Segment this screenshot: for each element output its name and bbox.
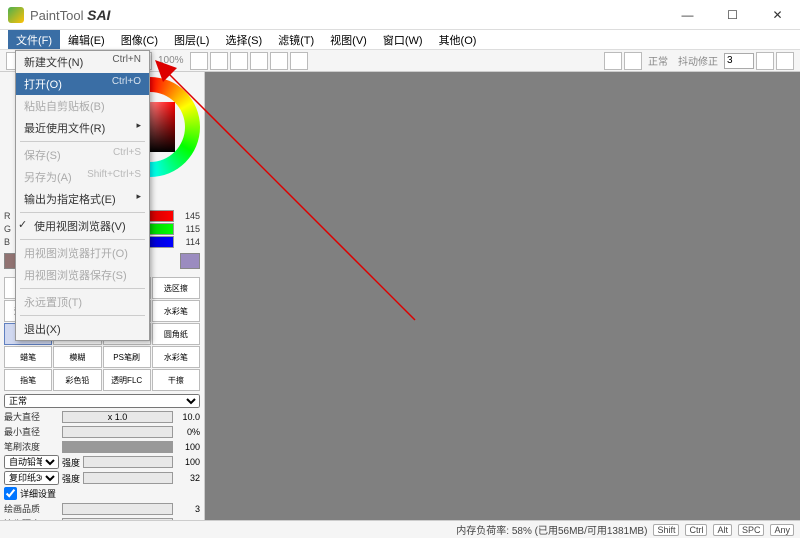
auto-str-label: 强度 — [62, 456, 80, 469]
shake-input[interactable] — [724, 53, 754, 69]
menu-window[interactable]: 窗口(W) — [375, 30, 431, 49]
tool-button[interactable] — [756, 52, 774, 70]
menu-image[interactable]: 图像(C) — [113, 30, 166, 49]
menu-save[interactable]: 保存(S)Ctrl+S — [16, 144, 149, 166]
quality-slider[interactable] — [62, 503, 173, 515]
kbd-ctrl: Ctrl — [685, 524, 707, 536]
tool-water2[interactable]: 水彩笔 — [152, 346, 200, 368]
quality-val: 3 — [176, 504, 200, 514]
paper-str-label: 强度 — [62, 472, 80, 485]
recent-swatch[interactable] — [180, 253, 200, 269]
kbd-any: Any — [770, 524, 794, 536]
paper-val: 32 — [176, 473, 200, 483]
menu-file[interactable]: 文件(F) — [8, 30, 60, 49]
tool-dry[interactable]: 干擦 — [152, 369, 200, 391]
kbd-shift: Shift — [653, 524, 679, 536]
tool-crayon[interactable]: 蜡笔 — [4, 346, 52, 368]
menu-recent[interactable]: 最近使用文件(R)▸ — [16, 117, 149, 139]
menu-paste-clipboard[interactable]: 粘贴自剪贴板(B) — [16, 95, 149, 117]
g-value: 115 — [176, 224, 200, 234]
tool-psbrush[interactable]: PS笔刷 — [103, 346, 151, 368]
menu-layer[interactable]: 图层(L) — [166, 30, 217, 49]
maximize-button[interactable]: ☐ — [710, 0, 755, 30]
menu-export[interactable]: 输出为指定格式(E)▸ — [16, 188, 149, 210]
menu-filter[interactable]: 滤镜(T) — [270, 30, 322, 49]
minsize-label: 最小直径 — [4, 425, 59, 438]
tool-flc[interactable]: 透明FLC — [103, 369, 151, 391]
maxsize-val: 10.0 — [176, 412, 200, 422]
minimize-button[interactable]: — — [665, 0, 710, 30]
menu-select[interactable]: 选择(S) — [217, 30, 270, 49]
paper-select[interactable]: 复印纸300 — [4, 471, 59, 485]
menu-view[interactable]: 视图(V) — [322, 30, 375, 49]
menu-open-viewer[interactable]: 用视图浏览器打开(O) — [16, 242, 149, 264]
window-titlebar: PaintTool SAI — ☐ ✕ — [0, 0, 800, 30]
kbd-alt: Alt — [713, 524, 732, 536]
shake-label: 抖动修正 — [674, 53, 722, 68]
memory-status: 内存负荷率: 58% (已用56MB/可用1381MB) — [456, 522, 647, 537]
blend-label: 正常 — [644, 53, 672, 68]
tool-button[interactable] — [624, 52, 642, 70]
detail-check[interactable] — [4, 487, 17, 500]
tool-button[interactable] — [210, 52, 228, 70]
menu-other[interactable]: 其他(O) — [431, 30, 485, 49]
menu-new-file[interactable]: 新建文件(N)Ctrl+N — [16, 51, 149, 73]
canvas-area[interactable] — [205, 72, 800, 520]
tool-button[interactable] — [290, 52, 308, 70]
detail-label: 详细设置 — [20, 487, 56, 500]
tool-blur[interactable]: 模糊 — [53, 346, 101, 368]
tool-roundp[interactable]: 圆角纸 — [152, 323, 200, 345]
menu-exit[interactable]: 退出(X) — [16, 318, 149, 340]
maxsize-bar[interactable]: x 1.0 — [62, 411, 173, 423]
b-value: 114 — [176, 237, 200, 247]
tool-water[interactable]: 水彩笔 — [152, 300, 200, 322]
app-logo — [8, 7, 24, 23]
tool-button[interactable] — [250, 52, 268, 70]
tool-button[interactable] — [230, 52, 248, 70]
blend-mode[interactable]: 正常 — [4, 394, 200, 408]
kbd-spc: SPC — [738, 524, 765, 536]
tool-button[interactable] — [190, 52, 208, 70]
menu-saveas[interactable]: 另存为(A)Shift+Ctrl+S — [16, 166, 149, 188]
menu-save-viewer[interactable]: 用视图浏览器保存(S) — [16, 264, 149, 286]
tool-button[interactable] — [270, 52, 288, 70]
minsize-val: 0% — [176, 427, 200, 437]
auto-slider[interactable] — [83, 456, 173, 468]
tool-colorpencil[interactable]: 彩色铅 — [53, 369, 101, 391]
menu-bar: 文件(F) 编辑(E) 图像(C) 图层(L) 选择(S) 滤镜(T) 视图(V… — [0, 30, 800, 50]
r-value: 145 — [176, 211, 200, 221]
tool-button[interactable] — [604, 52, 622, 70]
auto-val: 100 — [176, 457, 200, 467]
menu-open-file[interactable]: 打开(O)Ctrl+O — [16, 73, 149, 95]
menu-edit[interactable]: 编辑(E) — [60, 30, 113, 49]
zoom-label: 100% — [154, 55, 188, 66]
tool-finger[interactable]: 指笔 — [4, 369, 52, 391]
menu-always-top[interactable]: 永远置顶(T) — [16, 291, 149, 313]
maxsize-label: 最大直径 — [4, 410, 59, 423]
density-slider[interactable] — [62, 441, 173, 453]
file-dropdown: 新建文件(N)Ctrl+N 打开(O)Ctrl+O 粘贴自剪贴板(B) 最近使用… — [15, 50, 150, 341]
tool-button[interactable] — [776, 52, 794, 70]
edge-val: 0 — [176, 519, 200, 521]
auto-select[interactable]: 自动铅笔 — [4, 455, 59, 469]
minsize-slider[interactable] — [62, 426, 173, 438]
tool-selerase[interactable]: 选区擦 — [152, 277, 200, 299]
edge-slider[interactable] — [62, 518, 173, 521]
edge-label: 边缘硬度 — [4, 517, 59, 520]
close-button[interactable]: ✕ — [755, 0, 800, 30]
menu-use-viewer[interactable]: ✓使用视图浏览器(V) — [16, 215, 149, 237]
density-label: 笔刷浓度 — [4, 440, 59, 453]
app-title: PaintTool SAI — [30, 7, 110, 23]
paper-slider[interactable] — [83, 472, 173, 484]
quality-label: 绘画品质 — [4, 502, 59, 515]
status-bar: 内存负荷率: 58% (已用56MB/可用1381MB) Shift Ctrl … — [0, 520, 800, 538]
density-val: 100 — [176, 442, 200, 452]
